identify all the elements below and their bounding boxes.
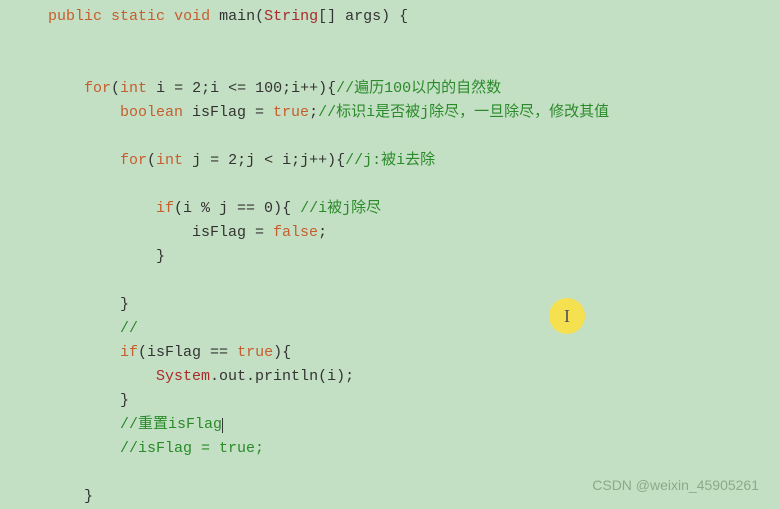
keyword: false — [273, 224, 318, 241]
keyword: if — [156, 200, 174, 217]
comment: //标识i是否被j除尽，一旦除尽，修改其值 — [318, 104, 609, 121]
comment: // — [120, 320, 138, 337]
code-text: j = 2;j < i;j++){ — [183, 152, 345, 169]
brace: } — [120, 296, 129, 313]
keyword: static — [111, 8, 165, 25]
code-text: main( — [210, 8, 264, 25]
code-text: [] args) { — [318, 8, 408, 25]
cursor-highlight: I — [549, 298, 585, 334]
keyword: for — [84, 80, 111, 97]
keyword: public — [48, 8, 102, 25]
watermark: CSDN @weixin_45905261 — [592, 474, 759, 496]
code-text: ){ — [273, 344, 291, 361]
class-name: System — [156, 368, 210, 385]
keyword: boolean — [120, 104, 183, 121]
brace: } — [156, 248, 165, 265]
comment: //i被j除尽 — [300, 200, 381, 217]
class-name: String — [264, 8, 318, 25]
keyword: void — [174, 8, 210, 25]
code-block: public static void main(String[] args) {… — [0, 5, 779, 509]
keyword: int — [120, 80, 147, 97]
comment: //j:被i去除 — [345, 152, 435, 169]
text-caret — [222, 418, 223, 433]
code-text: (i % j == 0){ — [174, 200, 300, 217]
keyword: true — [273, 104, 309, 121]
keyword: for — [120, 152, 147, 169]
keyword: true — [237, 344, 273, 361]
keyword: if — [120, 344, 138, 361]
brace: } — [120, 392, 129, 409]
keyword: int — [156, 152, 183, 169]
code-text: (isFlag == — [138, 344, 237, 361]
code-text: isFlag = — [183, 104, 273, 121]
text-cursor-icon: I — [564, 302, 570, 331]
comment: //isFlag = true; — [120, 440, 264, 457]
brace: } — [84, 488, 93, 505]
comment: //重置isFlag — [120, 416, 222, 433]
comment: //遍历100以内的自然数 — [336, 80, 501, 97]
code-text: i = 2;i <= 100;i++){ — [147, 80, 336, 97]
code-text: .out.println(i); — [210, 368, 354, 385]
code-text: isFlag = — [192, 224, 273, 241]
